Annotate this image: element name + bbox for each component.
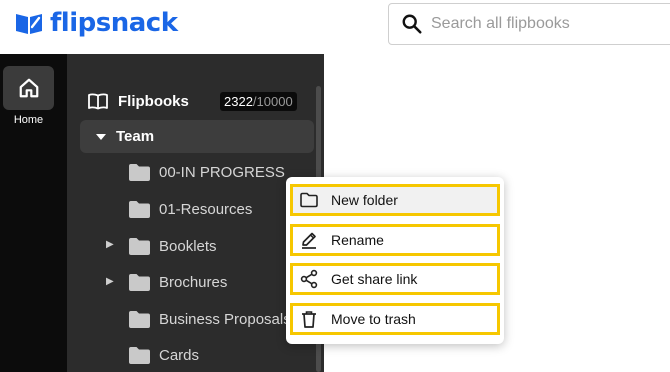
sidebar-item-flipbooks[interactable]: Flipbooks 2322/10000 xyxy=(88,84,313,118)
flipsnack-logo[interactable]: flipsnack xyxy=(14,8,178,38)
folder-item[interactable]: Brochures xyxy=(129,265,309,299)
folder-label: Brochures xyxy=(159,273,228,291)
menu-item-label: Rename xyxy=(331,232,384,248)
folder-icon xyxy=(129,237,150,255)
folder-item[interactable]: 00-IN PROGRESS xyxy=(129,155,309,189)
menu-item-rename[interactable]: Rename xyxy=(290,224,500,256)
sidebar-item-team[interactable]: Team xyxy=(80,120,314,153)
folder-label: Cards xyxy=(159,346,200,364)
menu-item-get-share-link[interactable]: Get share link xyxy=(290,263,500,295)
folder-item[interactable]: Booklets xyxy=(129,229,309,263)
caret-right-icon[interactable]: ▶ xyxy=(106,239,114,250)
menu-item-move-to-trash[interactable]: Move to trash xyxy=(290,303,500,335)
folder-context-menu: New folder Rename Get share link Move to… xyxy=(286,177,504,344)
search-box[interactable] xyxy=(388,3,670,45)
share-icon xyxy=(300,269,318,289)
folder-icon xyxy=(129,346,150,364)
flipbooks-count-used: 2322 xyxy=(224,94,253,109)
sidebar-item-label: Team xyxy=(116,128,155,145)
search-input[interactable] xyxy=(431,15,661,33)
home-icon xyxy=(19,78,38,98)
folder-icon xyxy=(129,310,150,328)
menu-item-label: Get share link xyxy=(331,271,418,287)
caret-right-icon[interactable]: ▶ xyxy=(106,276,114,287)
left-rail: Home xyxy=(0,54,67,372)
home-label: Home xyxy=(13,114,44,126)
open-book-icon xyxy=(88,93,108,110)
folder-icon xyxy=(129,163,150,181)
menu-item-label: New folder xyxy=(331,192,398,208)
folder-label: Business Proposals xyxy=(159,310,291,328)
folder-label: Booklets xyxy=(159,237,217,255)
pencil-icon xyxy=(302,232,316,249)
search-icon xyxy=(402,14,422,34)
trash-icon xyxy=(302,311,316,328)
sidebar-item-label: Flipbooks xyxy=(118,92,189,110)
top-header: flipsnack xyxy=(0,0,670,54)
flipbooks-count-total: /10000 xyxy=(252,94,293,109)
folder-icon xyxy=(129,200,150,218)
folder-item[interactable]: Cards xyxy=(129,338,309,372)
folder-icon xyxy=(129,273,150,291)
folder-label: 00-IN PROGRESS xyxy=(159,163,285,181)
home-button[interactable] xyxy=(3,66,54,110)
folder-outline-icon xyxy=(300,192,318,208)
folder-item[interactable]: 01-Resources xyxy=(129,192,309,226)
menu-item-new-folder[interactable]: New folder xyxy=(290,184,500,216)
folder-item[interactable]: Business Proposals xyxy=(129,302,309,336)
brand-name: flipsnack xyxy=(50,8,178,38)
menu-item-label: Move to trash xyxy=(331,311,416,327)
flipsnack-logo-icon xyxy=(16,14,42,34)
flipbooks-count-badge: 2322/10000 xyxy=(220,92,297,111)
caret-down-icon xyxy=(96,133,106,140)
folder-label: 01-Resources xyxy=(159,200,253,218)
